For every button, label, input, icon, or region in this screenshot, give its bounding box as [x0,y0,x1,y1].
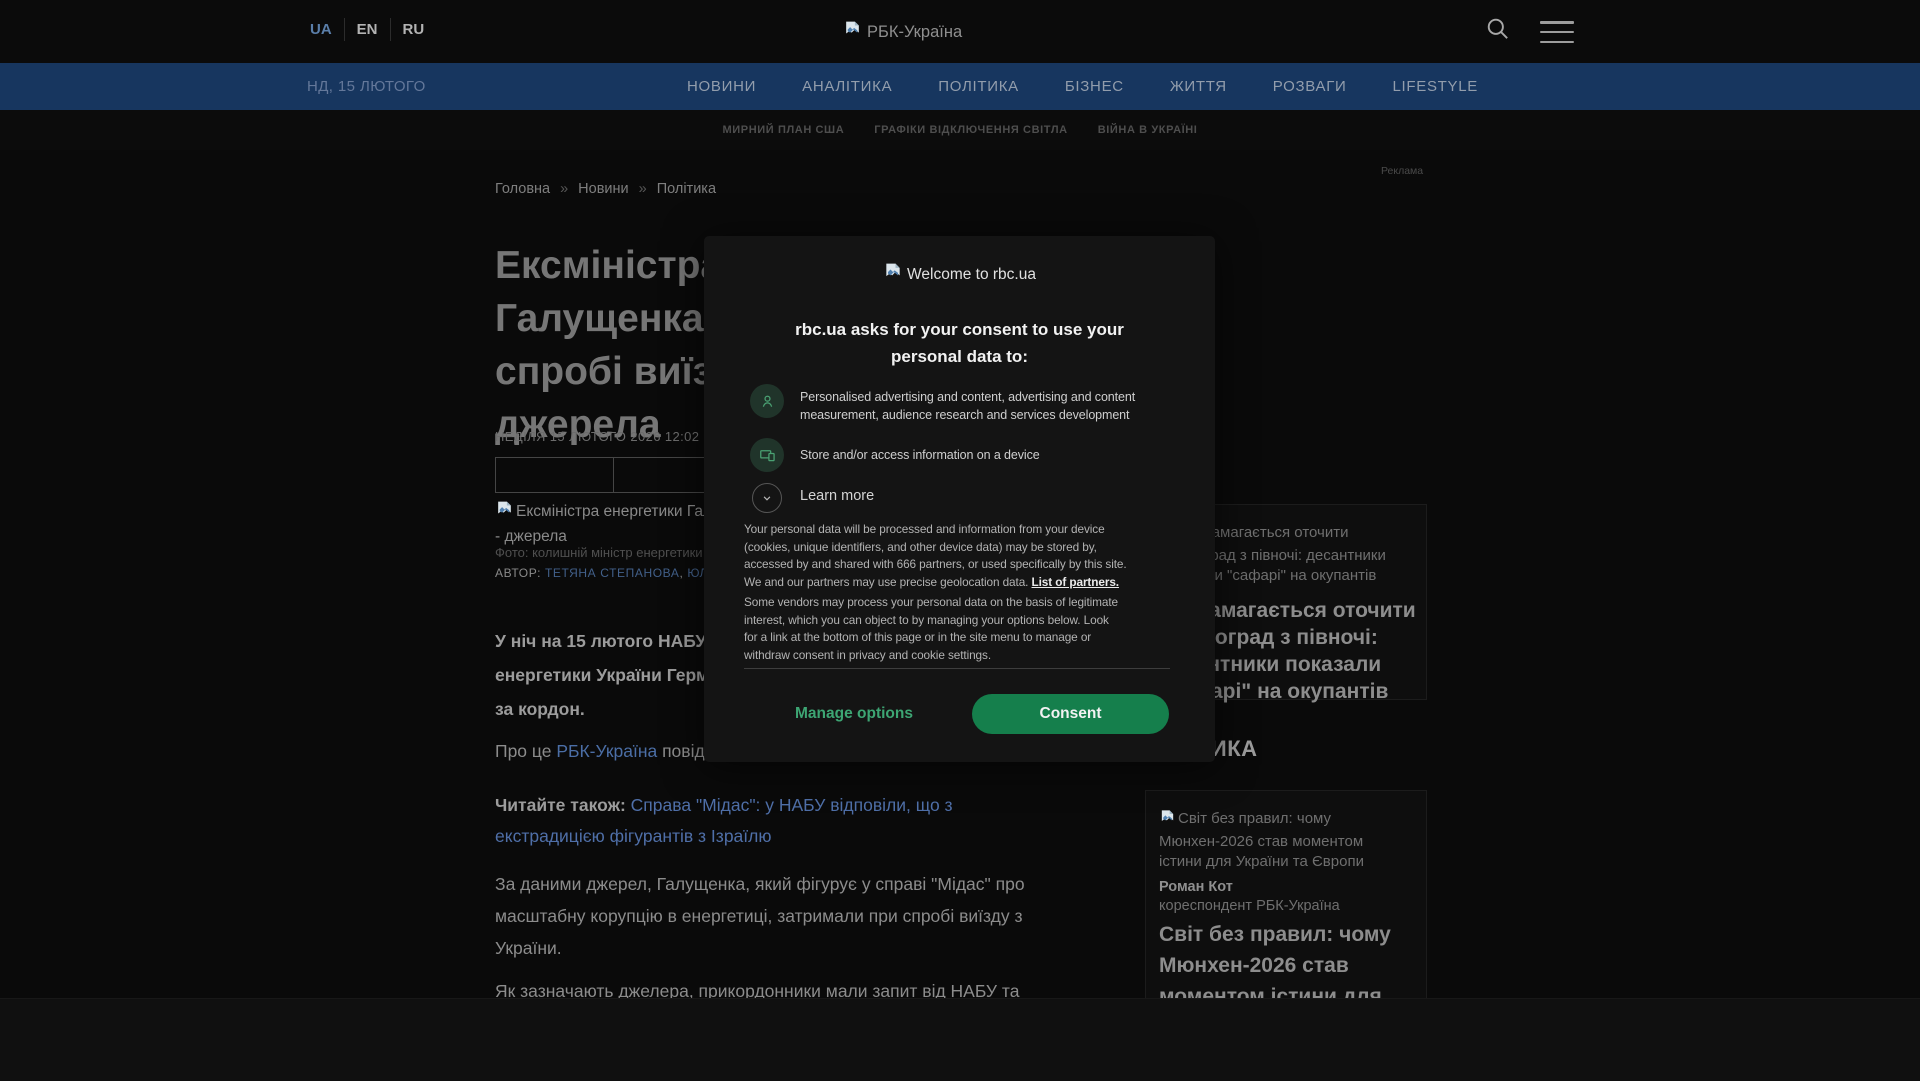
sidebar-analytics-card[interactable]: Світ без правил: чому Мюнхен-2026 став м… [1145,790,1427,1039]
consent-welcome: Welcome to rbc.ua [704,262,1215,287]
breadcrumb-separator: » [638,181,647,197]
bottom-ad-band [0,998,1920,1081]
author-label: АВТОР: [495,566,542,580]
rbc-ua-link[interactable]: РБК-Україна [556,741,657,761]
read-also-link[interactable]: екстрадицією фігурантів з Ізраїлю [495,821,953,852]
tag-war-in-ukraine[interactable]: ВІЙНА В УКРАЇНІ [1098,124,1198,136]
breadcrumb: Головна » Новини » Політика [495,181,716,197]
consent-button[interactable]: Consent [972,694,1169,734]
breadcrumb-news[interactable]: Новини [578,181,628,197]
chevron-down-icon[interactable] [752,483,782,513]
read-also-label: Читайте також: [495,794,631,815]
read-also-link[interactable]: Справа "Мідас": у НАБУ відповіли, що з [631,795,953,815]
broken-image-icon [495,500,514,526]
lang-en[interactable]: EN [343,18,390,41]
publish-date: НЕДІЛЯ 15 ЛЮТОГО 2026 12:02 [495,429,700,444]
menu-button[interactable] [1540,21,1574,43]
manage-options-button[interactable]: Manage options [764,694,944,734]
consent-heading: rbc.ua asks for your consent to use your… [795,320,1124,366]
broken-image-icon [883,262,903,287]
nav-item-entertainment[interactable]: РОЗВАГИ [1273,78,1347,95]
share-button[interactable] [495,457,614,493]
language-switcher: UA EN RU [298,18,436,41]
store-device-icon [750,438,784,472]
hamburger-icon [1540,21,1574,24]
purpose-personalised-ads: Personalised advertising and content, ad… [800,390,1136,422]
read-also-block: Читайте також: Справа "Мідас": у НАБУ ві… [495,790,953,852]
nav-date: НД, 15 ЛЮТОГО [307,78,426,95]
nav-item-lifestyle[interactable]: LIFESTYLE [1393,78,1479,95]
card-author[interactable]: Роман Кот [1159,879,1233,895]
breadcrumb-separator: » [560,181,569,197]
breadcrumb-politics[interactable]: Політика [657,181,716,197]
divider [744,668,1170,669]
author-link[interactable]: ТЕТЯНА СТЕПАНОВА [545,566,680,580]
card-author-role: кореспондент РБК-Україна [1159,898,1340,914]
card-image-alt: Світ без правил: чому Мюнхен-2026 став м… [1159,809,1364,870]
nav-item-life[interactable]: ЖИТТЯ [1170,78,1227,95]
personalised-ads-icon [750,384,784,418]
search-icon [1484,18,1511,45]
consent-paragraph-2: Some vendors may process your personal d… [744,595,1118,662]
consent-paragraph-1: Your personal data will be processed and… [744,522,1127,589]
list-of-partners-link[interactable]: List of partners. [1032,575,1120,589]
purpose-store-device: Store and/or access information on a dev… [800,448,1040,462]
body-paragraph: За даними джерел, Галущенка, який фігуру… [495,873,1025,958]
broken-image-icon [1159,809,1176,832]
consent-welcome-text: Welcome to rbc.ua [907,265,1036,283]
page: UA EN RU РБК-Україна НД, 15 ЛЮТОГО НОВИН… [0,0,1920,1081]
consent-dialog: Welcome to rbc.ua rbc.ua asks for your c… [704,236,1215,762]
search-button[interactable] [1482,15,1512,45]
ad-label: Реклама [1381,165,1424,177]
breadcrumb-home[interactable]: Головна [495,181,550,197]
lang-ru[interactable]: RU [389,18,437,41]
learn-more-toggle[interactable]: Learn more [800,488,874,504]
lang-ua[interactable]: UA [298,18,344,41]
